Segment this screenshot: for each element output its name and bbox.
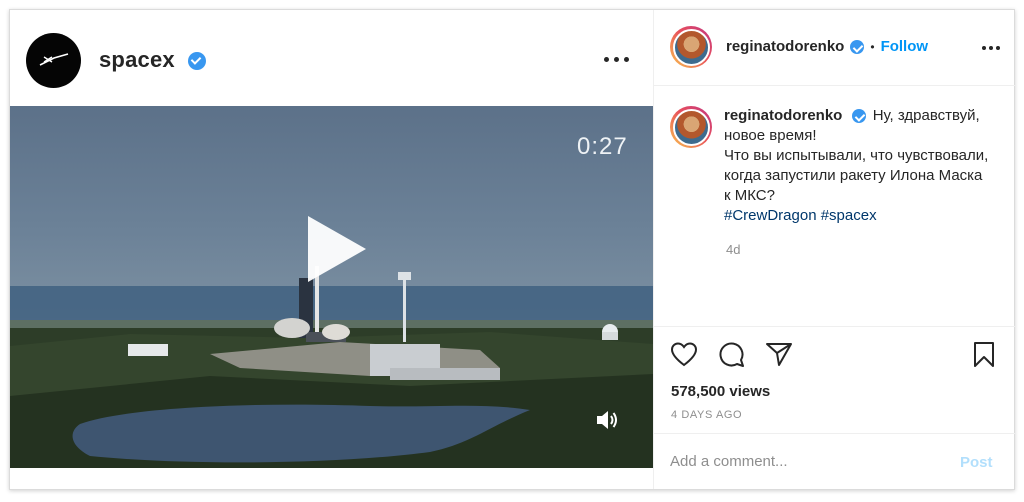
separator-dot: • xyxy=(870,39,875,54)
caption-text-line-3: Что вы испытывали, что чувствовали, xyxy=(724,147,989,164)
caption-text-line-2: новое время! xyxy=(724,127,817,144)
spacex-avatar[interactable] xyxy=(26,33,81,88)
hashtag-crewdragon[interactable]: #CrewDragon xyxy=(724,207,817,224)
action-section: 578,500 views 4 DAYS AGO Post xyxy=(654,326,1015,489)
avatar-image xyxy=(672,108,710,146)
comment-icon[interactable] xyxy=(717,340,745,368)
share-icon[interactable] xyxy=(765,341,793,367)
avatar-image xyxy=(672,28,710,66)
avatar[interactable] xyxy=(670,26,712,68)
header-username[interactable]: reginatodorenko xyxy=(726,38,844,55)
caption-text-line-5: к МКС? xyxy=(724,187,775,204)
launch-scene-image xyxy=(10,266,653,468)
caption-avatar[interactable] xyxy=(670,106,712,148)
play-icon[interactable] xyxy=(300,212,370,286)
bookmark-icon[interactable] xyxy=(972,341,996,368)
caption-age: 4d xyxy=(726,242,741,257)
verified-badge-icon xyxy=(851,109,866,124)
verified-badge-icon xyxy=(850,39,865,54)
heart-icon[interactable] xyxy=(670,341,698,367)
video-timer: 0:27 xyxy=(577,133,628,160)
hashtag-spacex[interactable]: #spacex xyxy=(821,207,877,224)
caption-text-line-1: Ну, здравствуй, xyxy=(872,107,980,124)
post-sidebar: reginatodorenko • Follow reginatodorenko… xyxy=(653,10,1015,489)
header-user-line: reginatodorenko • Follow xyxy=(726,38,928,55)
post-caption: reginatodorenko Ну, здравствуй, новое вр… xyxy=(724,106,1004,226)
spacex-username[interactable]: spacex xyxy=(99,47,175,73)
spacex-logo-icon xyxy=(39,52,68,66)
verified-badge-icon xyxy=(188,52,206,70)
instagram-embed: spacex 0:27 reginatodorenko • Follow reg… xyxy=(9,9,1015,490)
more-options-icon[interactable] xyxy=(598,49,634,69)
comment-bar: Post xyxy=(654,433,1015,490)
video-player[interactable]: 0:27 xyxy=(10,106,653,468)
post-date: 4 DAYS AGO xyxy=(671,409,743,421)
sidebar-header: reginatodorenko • Follow xyxy=(654,10,1015,86)
post-button[interactable]: Post xyxy=(960,454,993,471)
volume-icon[interactable] xyxy=(595,409,619,431)
caption-text-line-4: когда запустили ракету Илона Маска xyxy=(724,167,983,184)
comment-input[interactable] xyxy=(670,446,950,476)
follow-button[interactable]: Follow xyxy=(881,38,929,55)
video-post-header: spacex xyxy=(10,10,653,106)
video-post-footer xyxy=(10,468,653,489)
view-count[interactable]: 578,500 views xyxy=(671,383,770,400)
caption-author[interactable]: reginatodorenko xyxy=(724,107,842,124)
video-post-panel: spacex 0:27 xyxy=(10,10,653,489)
more-options-icon[interactable] xyxy=(976,38,1006,58)
